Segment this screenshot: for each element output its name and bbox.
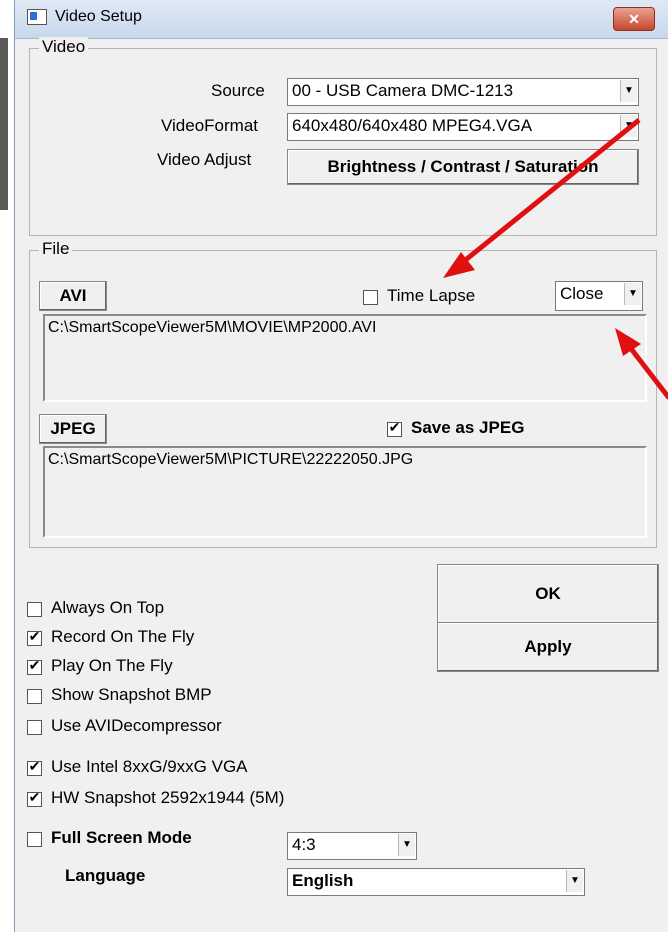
full-screen-mode-label: Full Screen Mode — [51, 828, 192, 847]
window-icon — [27, 9, 47, 25]
close-select[interactable]: Close ▼ — [555, 281, 643, 311]
language-label: Language — [65, 866, 146, 885]
chevron-down-icon[interactable]: ▼ — [624, 283, 641, 305]
jpeg-button[interactable]: JPEG — [39, 414, 107, 444]
avi-path-field[interactable]: C:\SmartScopeViewer5M\MOVIE\MP2000.AVI — [43, 314, 647, 402]
check-mark-icon: ✔ — [28, 789, 41, 805]
save-as-jpeg-label: Save as JPEG — [411, 418, 525, 437]
video-format-select[interactable]: 640x480/640x480 MPEG4.VGA ▼ — [287, 113, 639, 141]
avi-path-value: C:\SmartScopeViewer5M\MOVIE\MP2000.AVI — [48, 319, 377, 336]
play-on-the-fly-label: Play On The Fly — [51, 656, 173, 675]
time-lapse-label: Time Lapse — [387, 286, 476, 305]
always-on-top-box[interactable] — [27, 602, 42, 617]
jpeg-path-field[interactable]: C:\SmartScopeViewer5M\PICTURE\22222050.J… — [43, 446, 647, 538]
use-intel-vga-box[interactable]: ✔ — [27, 758, 42, 776]
language-select[interactable]: English ▼ — [287, 868, 585, 896]
check-mark-icon: ✔ — [388, 419, 401, 435]
close-button[interactable]: ✕ — [613, 7, 655, 31]
use-intel-vga-label: Use Intel 8xxG/9xxG VGA — [51, 757, 248, 776]
show-snapshot-bmp-box[interactable] — [27, 689, 42, 704]
record-on-the-fly-label: Record On The Fly — [51, 627, 195, 646]
aspect-ratio-select[interactable]: 4:3 ▼ — [287, 832, 417, 860]
check-mark-icon: ✔ — [28, 758, 41, 774]
use-avi-decompressor-label: Use AVIDecompressor — [51, 716, 222, 735]
video-format-value: 640x480/640x480 MPEG4.VGA — [292, 116, 533, 135]
chevron-down-icon[interactable]: ▼ — [620, 115, 637, 137]
ok-button[interactable]: OK — [437, 564, 659, 624]
full-screen-mode-box[interactable] — [27, 832, 42, 847]
close-icon: ✕ — [628, 11, 640, 27]
chevron-down-icon[interactable]: ▼ — [620, 80, 637, 102]
jpeg-path-value: C:\SmartScopeViewer5M\PICTURE\22222050.J… — [48, 451, 414, 468]
video-adjust-label: Video Adjust — [157, 150, 252, 169]
brightness-contrast-saturation-button[interactable]: Brightness / Contrast / Saturation — [287, 149, 639, 185]
background-window-strip — [0, 38, 8, 210]
close-value: Close — [560, 284, 604, 303]
source-select[interactable]: 00 - USB Camera DMC-1213 ▼ — [287, 78, 639, 106]
record-on-the-fly-box[interactable]: ✔ — [27, 628, 42, 646]
always-on-top-label: Always On Top — [51, 598, 165, 617]
save-as-jpeg-box[interactable]: ✔ — [387, 419, 402, 437]
hw-snapshot-label: HW Snapshot 2592x1944 (5M) — [51, 788, 285, 807]
title-bar[interactable]: Video Setup ✕ — [15, 0, 668, 39]
use-avi-decompressor-box[interactable] — [27, 720, 42, 735]
video-group — [29, 48, 657, 236]
show-snapshot-bmp-label: Show Snapshot BMP — [51, 685, 212, 704]
time-lapse-box[interactable] — [363, 290, 378, 305]
chevron-down-icon[interactable]: ▼ — [398, 834, 415, 856]
play-on-the-fly-box[interactable]: ✔ — [27, 657, 42, 675]
video-format-label: VideoFormat — [161, 116, 259, 135]
language-value: English — [292, 871, 354, 890]
source-label: Source — [211, 81, 265, 100]
video-setup-dialog: Video Setup ✕ Video Source 00 - USB Came… — [14, 0, 668, 932]
avi-button[interactable]: AVI — [39, 281, 107, 311]
source-value: 00 - USB Camera DMC-1213 — [292, 81, 514, 100]
check-mark-icon: ✔ — [28, 657, 41, 673]
file-group-label: File — [39, 239, 73, 259]
chevron-down-icon[interactable]: ▼ — [566, 870, 583, 892]
hw-snapshot-box[interactable]: ✔ — [27, 789, 42, 807]
apply-button[interactable]: Apply — [437, 622, 659, 672]
video-group-label: Video — [39, 37, 89, 57]
aspect-ratio-value: 4:3 — [292, 835, 316, 854]
check-mark-icon: ✔ — [28, 628, 41, 644]
window-title: Video Setup — [55, 8, 142, 25]
